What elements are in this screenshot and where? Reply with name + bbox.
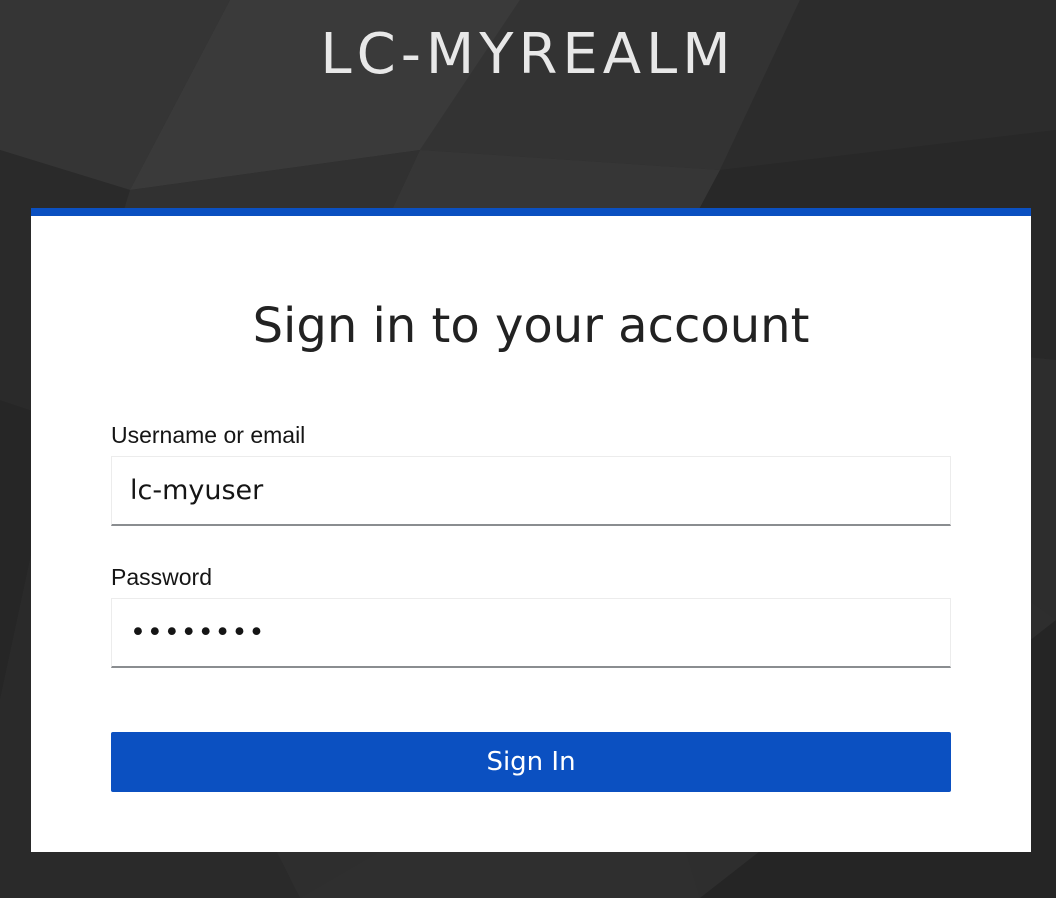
password-input[interactable]: [111, 598, 951, 668]
sign-in-button[interactable]: Sign In: [111, 732, 951, 792]
username-label: Username or email: [111, 422, 306, 448]
login-card: Sign in to your account Username or emai…: [31, 208, 1031, 852]
login-heading: Sign in to your account: [252, 298, 810, 354]
realm-title: LC-MYREALM: [320, 22, 736, 87]
password-label: Password: [111, 564, 212, 590]
username-input[interactable]: [111, 456, 951, 526]
